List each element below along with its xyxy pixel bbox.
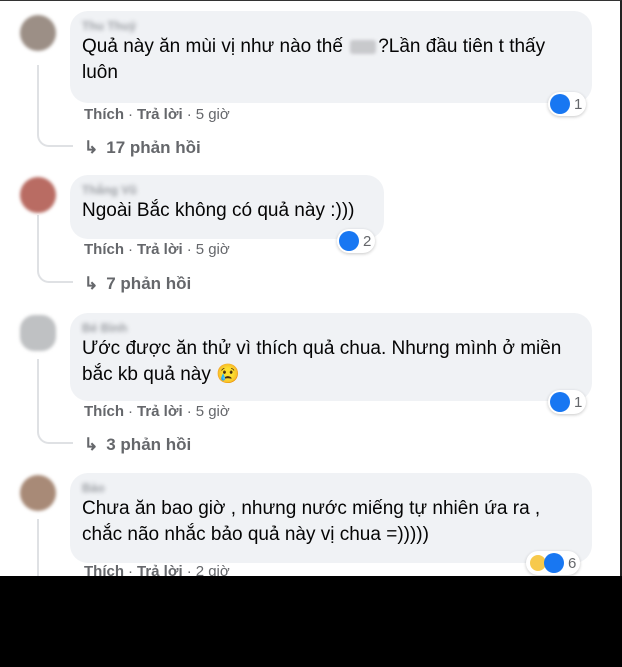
thread-line <box>37 65 39 129</box>
like-icon <box>339 231 359 251</box>
comment-author[interactable]: Thu Thuỷ <box>82 19 578 34</box>
reply-arrow-icon: ↳ <box>84 435 99 454</box>
like-icon <box>550 94 570 114</box>
black-footer-area <box>0 576 622 667</box>
comment-time[interactable]: 5 giờ <box>196 241 230 258</box>
like-icon <box>544 553 564 573</box>
thread-line <box>37 359 39 426</box>
reaction-summary[interactable]: 1 <box>548 92 587 116</box>
redacted-mention <box>350 39 377 54</box>
comment-actions: Thích · Trả lời · 5 giờ <box>84 241 230 258</box>
comment-author[interactable]: Bảo <box>82 481 578 496</box>
comment-text: Ước được ăn thử vì thích quả chua. Nhưng… <box>82 338 562 385</box>
reply-button[interactable]: Trả lời <box>137 241 183 258</box>
comment-text: Quả này ăn mùi vị như nào thế ?Lần đầu t… <box>82 36 546 83</box>
thread-connector <box>37 426 73 444</box>
comment-time[interactable]: 2 giờ <box>196 563 230 576</box>
reaction-summary[interactable]: 6 <box>526 551 581 575</box>
reaction-summary[interactable]: 1 <box>548 390 587 414</box>
comment-actions: Thích · Trả lời · 5 giờ <box>84 106 230 123</box>
comment-text: Ngoài Bắc không có quả này :))) <box>82 200 355 221</box>
reply-arrow-icon: ↳ <box>84 274 99 293</box>
comment-actions: Thích · Trả lời · 2 giờ <box>84 563 230 576</box>
view-replies-link[interactable]: ↳ 7 phản hồi <box>84 274 191 294</box>
comment-actions: Thích · Trả lời · 5 giờ <box>84 403 230 420</box>
reply-arrow-icon: ↳ <box>84 138 99 157</box>
reply-button[interactable]: Trả lời <box>137 563 183 576</box>
reaction-count: 6 <box>568 554 577 572</box>
view-replies-link[interactable]: ↳ 17 phản hồi <box>84 138 201 158</box>
thread-connector <box>37 129 73 147</box>
thread-connector <box>37 265 73 283</box>
reaction-count: 1 <box>574 393 583 411</box>
view-replies-link[interactable]: ↳ 3 phản hồi <box>84 435 191 455</box>
reply-button[interactable]: Trả lời <box>137 106 183 123</box>
like-button[interactable]: Thích <box>84 563 124 576</box>
avatar[interactable] <box>20 475 56 511</box>
comment-text: Chưa ăn bao giờ , nhưng nước miếng tự nh… <box>82 498 541 545</box>
comment-section: Thu Thuỷ Quả này ăn mùi vị như nào thế ?… <box>0 0 622 576</box>
comment-bubble: Thắng Vũ Ngoài Bắc không có quả này :))) <box>70 175 384 239</box>
avatar[interactable] <box>20 177 56 213</box>
comment-author[interactable]: Thắng Vũ <box>82 183 370 198</box>
like-button[interactable]: Thích <box>84 241 124 258</box>
comment-bubble: Bé Bình Ước được ăn thử vì thích quả chu… <box>70 313 592 401</box>
reaction-summary[interactable]: 2 <box>337 229 376 253</box>
like-icon <box>550 392 570 412</box>
like-button[interactable]: Thích <box>84 106 124 123</box>
reaction-count: 1 <box>574 95 583 113</box>
thread-line <box>37 215 39 265</box>
reaction-count: 2 <box>363 232 372 250</box>
avatar[interactable] <box>20 15 56 51</box>
comment-author[interactable]: Bé Bình <box>82 321 578 336</box>
avatar[interactable] <box>20 315 56 351</box>
thread-line <box>37 519 39 576</box>
comment-time[interactable]: 5 giờ <box>196 106 230 123</box>
like-button[interactable]: Thích <box>84 403 124 420</box>
comment-bubble: Thu Thuỷ Quả này ăn mùi vị như nào thế ?… <box>70 11 592 103</box>
comment-time[interactable]: 5 giờ <box>196 403 230 420</box>
reply-button[interactable]: Trả lời <box>137 403 183 420</box>
comment-bubble: Bảo Chưa ăn bao giờ , nhưng nước miếng t… <box>70 473 592 563</box>
